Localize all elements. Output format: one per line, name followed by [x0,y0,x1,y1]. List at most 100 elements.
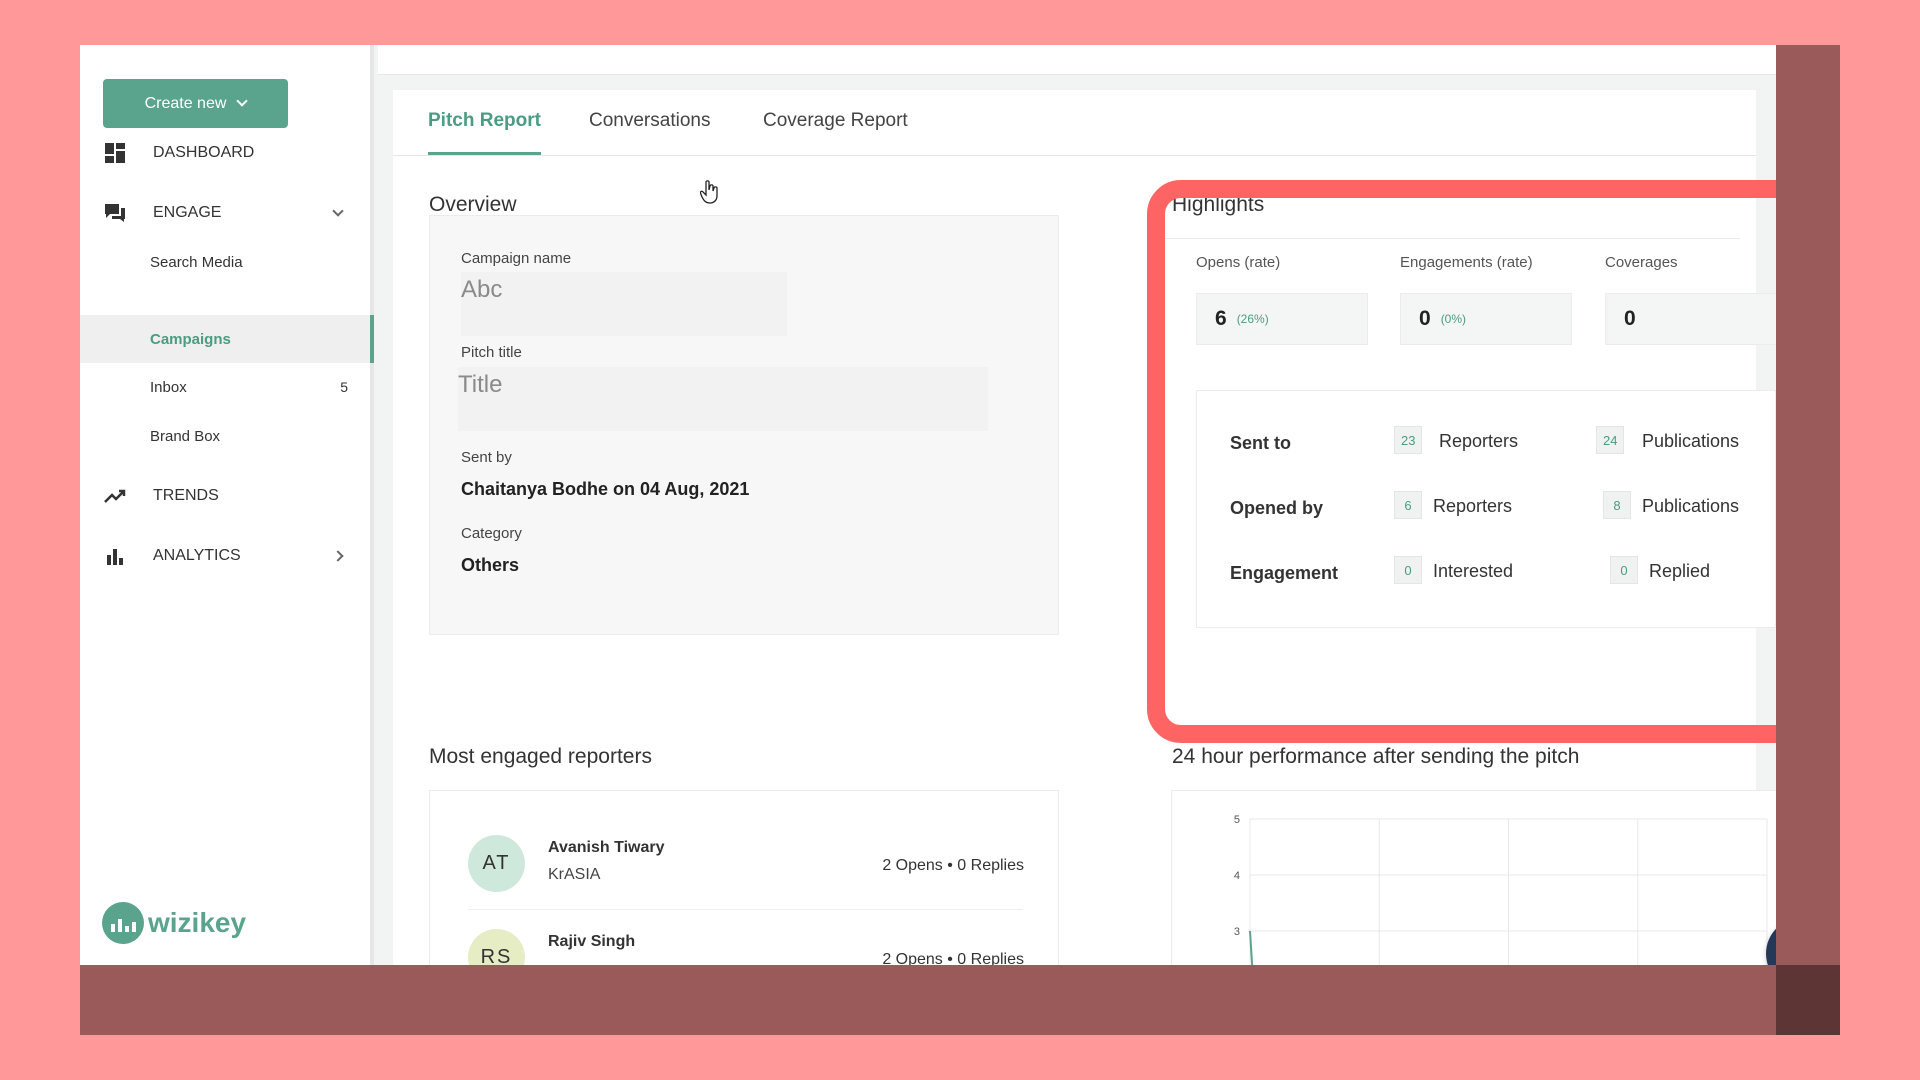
opened-by-reporters-count: 6 [1394,491,1422,519]
overlay-bottom-band [80,965,1776,1035]
sidebar-item-search-media[interactable]: Search Media [80,238,370,286]
create-new-button[interactable]: Create new [103,79,288,128]
opened-by-publications-label[interactable]: Publications [1642,496,1739,517]
reporter-stats: 2 Opens • 0 Replies [882,951,1024,965]
bar-chart-icon [107,549,123,565]
most-engaged-reporters-title: Most engaged reporters [429,745,652,768]
sent-to-reporters-label[interactable]: Reporters [1439,431,1518,452]
engagements-rate: (0%) [1440,312,1467,326]
hand-cursor-icon [699,180,720,209]
dashboard-icon [105,143,125,163]
reporter-publication: KrASIA [548,866,601,883]
opened-by-reporters-label[interactable]: Reporters [1433,496,1512,517]
coverages-box: 0 [1605,293,1776,345]
sidebar-item-label: DASHBOARD [153,144,255,161]
sent-to-label: Sent to [1230,433,1291,453]
sidebar-item-trends[interactable]: TRENDS [80,472,370,520]
tab-coverage-report[interactable]: Coverage Report [763,110,908,132]
series-line [1249,930,1254,965]
sidebar-item-inbox[interactable]: Inbox 5 [80,363,370,411]
trending-up-icon [104,489,126,503]
tab-pitch-report[interactable]: Pitch Report [428,110,541,132]
reporter-stats: 2 Opens • 0 Replies [882,857,1024,874]
sidebar-item-label: ENGAGE [153,204,222,221]
engagement-replied-label[interactable]: Replied [1649,561,1710,582]
avatar: AT [468,835,525,892]
sidebar-item-label: Campaigns [150,330,231,348]
engagement-interested-count: 0 [1394,556,1422,584]
engagement-replied-count: 0 [1610,556,1638,584]
sent-to-reporters-count: 23 [1394,426,1423,454]
sent-to-publications-label[interactable]: Publications [1642,431,1739,452]
tab-bar: Pitch Report Conversations Coverage Repo… [393,90,1756,156]
engagement-label: Engagement [1230,563,1339,583]
engagements-rate-box: 0 (0%) [1400,293,1572,345]
create-new-label: Create new [144,94,227,112]
chevron-down-icon [332,205,344,217]
chevron-down-icon [236,95,249,107]
sidebar-item-label: ANALYTICS [153,547,241,564]
sent-to-publications-count: 24 [1596,426,1625,454]
sidebar: Create new DASHBOARD ENGAGE Search Media [80,45,374,965]
highlights-divider [1165,238,1740,239]
avatar-initials: AT [482,852,511,874]
performance-chart-svg: 5 4 3 [1234,814,1768,965]
avatar: RS [468,929,525,965]
main-content: Pitch Report Conversations Coverage Repo… [393,90,1776,965]
y-tick-label: 5 [1234,814,1240,826]
wizikey-logo: wizikey [102,902,246,944]
opens-rate: (26%) [1236,312,1269,326]
coverages-value: 0 [1624,307,1636,330]
opens-rate-label: Opens (rate) [1196,254,1281,271]
sidebar-item-brand-box[interactable]: Brand Box [80,412,370,460]
category-label: Category [461,525,522,542]
reporter-name: Avanish Tiwary [548,839,665,856]
logo-icon [102,902,144,944]
chevron-right-icon [332,550,344,562]
opened-by-label: Opened by [1230,498,1324,518]
sidebar-item-label: Brand Box [150,427,221,445]
pitch-title-label: Pitch title [461,344,522,361]
engagements-value: 0 [1419,307,1431,330]
opens-value: 6 [1215,307,1227,330]
avatar-initials: RS [480,946,513,965]
logo-text: wizikey [148,907,247,938]
sidebar-item-campaigns[interactable]: Campaigns [80,315,374,363]
overlay-right-band [1776,45,1840,965]
top-bar [378,45,1776,75]
reporter-name: Rajiv Singh [548,933,636,950]
chat-bubbles-icon [105,204,125,222]
y-tick-label: 4 [1234,870,1240,882]
app-window: Create new DASHBOARD ENGAGE Search Media [80,45,1776,965]
sidebar-item-dashboard[interactable]: DASHBOARD [80,129,370,177]
overview-title: Overview [429,193,517,216]
list-item[interactable]: RS Rajiv Singh 2 Opens • 0 Replies [430,885,1060,965]
coverages-label: Coverages [1605,254,1678,271]
category-value: Others [461,555,520,575]
engagements-rate-label: Engagements (rate) [1400,254,1533,271]
sidebar-item-label: Inbox [150,378,187,396]
y-tick-label: 3 [1234,926,1240,938]
engagement-interested-label[interactable]: Interested [1433,561,1513,582]
active-tab-indicator [428,152,541,155]
opened-by-publications-count: 8 [1603,491,1631,519]
sidebar-item-engage[interactable]: ENGAGE [80,189,370,237]
overlay-corner [1776,965,1840,1035]
campaign-name-field[interactable]: Abc [461,272,787,336]
stats-panel: Sent to 23 Reporters 24 Publications Ope… [1196,390,1776,628]
sidebar-item-analytics[interactable]: ANALYTICS [80,532,370,580]
sidebar-item-label: TRENDS [153,487,219,504]
list-item[interactable]: AT Avanish Tiwary KrASIA 2 Opens • 0 Rep… [430,791,1060,892]
pitch-title-field[interactable]: Title [458,367,988,431]
sent-by-value: Chaitanya Bodhe on 04 Aug, 2021 [461,479,750,499]
performance-chart: 5 4 3 [1171,790,1776,965]
reporters-panel: AT Avanish Tiwary KrASIA 2 Opens • 0 Rep… [429,790,1059,965]
highlights-title: Highlights [1172,193,1265,216]
overview-panel: Campaign name Abc Pitch title Title Sent… [429,215,1059,635]
opens-rate-box: 6 (26%) [1196,293,1368,345]
campaign-name-label: Campaign name [461,250,572,267]
sent-by-label: Sent by [461,449,512,466]
sidebar-item-label: Search Media [150,253,243,271]
tab-conversations[interactable]: Conversations [589,110,710,132]
performance-title: 24 hour performance after sending the pi… [1172,745,1580,768]
